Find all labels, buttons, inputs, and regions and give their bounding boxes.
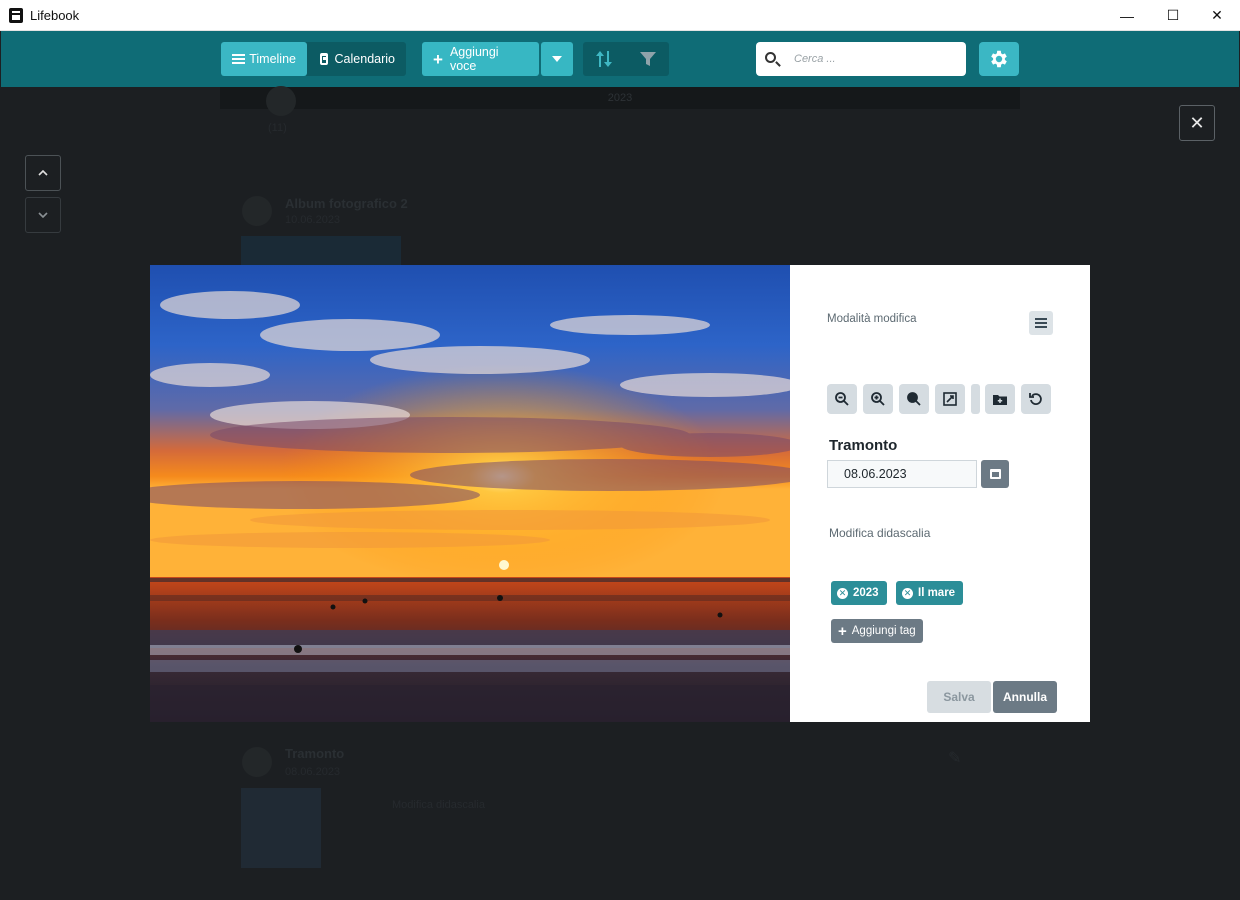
maximize-button[interactable]: ☐ <box>1150 0 1196 31</box>
zoom-in-icon <box>871 392 885 406</box>
close-window-button[interactable]: ✕ <box>1194 0 1240 31</box>
filter-button[interactable] <box>627 42 669 76</box>
ghost-entry2-title: Tramonto <box>285 746 345 761</box>
rotate-icon <box>1029 393 1042 405</box>
remove-tag-icon[interactable]: ✕ <box>902 587 913 599</box>
date-field[interactable]: 08.06.2023 <box>827 460 977 488</box>
fit-screen-icon <box>943 392 957 406</box>
calendar-tab[interactable]: Calendario <box>309 42 406 76</box>
search-input[interactable] <box>794 50 959 68</box>
move-to-folder-button[interactable] <box>985 384 1015 414</box>
ghost-entry-title: Album fotografico 2 <box>285 196 408 211</box>
date-picker-button[interactable] <box>981 460 1009 488</box>
sunset-photo <box>150 265 790 722</box>
fit-screen-button[interactable] <box>935 384 965 414</box>
ghost-entry2-thumbnail <box>241 788 321 868</box>
rotate-button[interactable] <box>1021 384 1051 414</box>
calendar-icon <box>989 469 1001 479</box>
plus-icon: + <box>433 49 443 69</box>
calendar-icon <box>320 53 328 65</box>
search-icon <box>765 52 776 63</box>
toolbar-separator <box>971 384 980 414</box>
tag-label: 2023 <box>853 587 879 599</box>
cancel-button[interactable]: Annulla <box>993 681 1057 713</box>
add-entry-label: Aggiungi voce <box>449 45 499 73</box>
main-toolbar: Timeline Calendario + Aggiungi voce <box>1 31 1239 87</box>
zoom-reset-button[interactable] <box>899 384 929 414</box>
minimize-button[interactable]: — <box>1104 0 1150 31</box>
zoom-reset-icon <box>907 392 921 406</box>
remove-tag-icon[interactable]: ✕ <box>837 587 848 599</box>
ghost-edit-pencil-icon: ✎ <box>948 750 962 767</box>
ghost-count: (11) <box>268 122 287 134</box>
add-tag-label: Aggiungi tag <box>851 625 916 637</box>
search-box <box>756 42 966 76</box>
zoom-out-icon <box>835 392 849 406</box>
settings-button[interactable] <box>979 42 1019 76</box>
year-divider: 2023 <box>220 87 1020 109</box>
ghost-entry2-avatar <box>242 747 272 777</box>
sort-button[interactable] <box>583 42 625 76</box>
edit-caption-link[interactable]: Modifica didascalia <box>829 526 930 540</box>
ghost-entry2-caption: Modifica didascalia <box>392 799 485 811</box>
add-entry-button[interactable]: + Aggiungi voce <box>422 42 539 76</box>
tag-label: Il mare <box>918 587 956 599</box>
add-tag-button[interactable]: + Aggiungi tag <box>831 619 923 643</box>
caret-down-icon <box>552 56 562 62</box>
chevron-up-icon <box>38 170 48 176</box>
edit-mode-list-button[interactable] <box>1029 311 1053 335</box>
close-viewer-button[interactable]: ✕ <box>1179 105 1215 141</box>
filter-funnel-icon <box>640 52 656 66</box>
previous-entry-button[interactable] <box>25 155 61 191</box>
sort-filter-group <box>583 42 669 76</box>
folder-plus-icon <box>993 395 1007 405</box>
timeline-label: Timeline <box>249 52 296 66</box>
window-titlebar: Lifebook — ☐ ✕ <box>0 0 1240 31</box>
tag-chip[interactable]: ✕ 2023 <box>831 581 887 605</box>
plus-icon: + <box>838 622 847 640</box>
tag-chip[interactable]: ✕ Il mare <box>896 581 964 605</box>
gear-icon <box>991 50 1007 68</box>
ghost-entry-avatar <box>242 196 272 226</box>
sort-arrows-icon <box>596 51 612 67</box>
window-title: Lifebook <box>30 8 80 23</box>
menu-bars-icon <box>232 53 245 65</box>
ghost-avatar <box>266 86 296 116</box>
add-entry-dropdown[interactable] <box>541 42 573 76</box>
save-button[interactable]: Salva <box>927 681 991 713</box>
timeline-tab[interactable]: Timeline <box>221 42 307 76</box>
ghost-thumbnail <box>241 236 401 266</box>
ghost-entry-date: 10.06.2023 <box>285 214 341 226</box>
app-logo-icon <box>9 8 23 23</box>
zoom-out-button[interactable] <box>827 384 857 414</box>
photo-preview[interactable] <box>150 265 790 722</box>
calendar-label: Calendario <box>334 52 395 66</box>
item-title: Tramonto <box>829 437 898 454</box>
zoom-in-button[interactable] <box>863 384 893 414</box>
list-icon <box>1035 318 1047 320</box>
edit-panel: Modalità modifica Tramonto 08.06.2023 Mo… <box>790 265 1090 722</box>
next-entry-button[interactable] <box>25 197 61 233</box>
ghost-entry2-date: 08.06.2023 <box>285 766 341 778</box>
edit-mode-label: Modalità modifica <box>827 313 917 325</box>
chevron-down-icon <box>38 212 48 218</box>
view-switcher: Timeline Calendario <box>221 42 406 76</box>
